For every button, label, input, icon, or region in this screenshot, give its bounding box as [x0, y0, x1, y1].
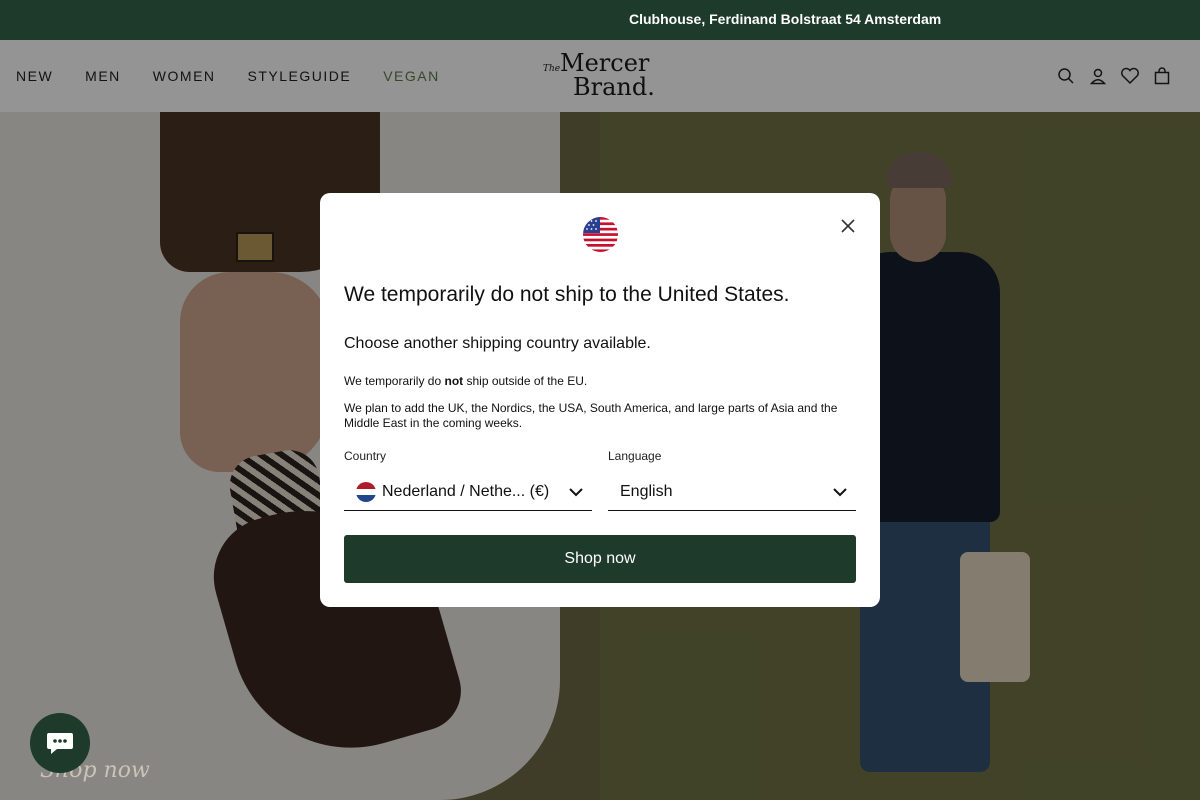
country-label: Country: [344, 449, 387, 463]
language-select[interactable]: English: [608, 473, 856, 511]
announcement-text: Clubhouse, Ferdinand Bolstraat 54 Amster…: [629, 11, 942, 27]
eu-notice-suffix: ship outside of the EU.: [463, 374, 588, 388]
close-icon: [841, 219, 855, 233]
netherlands-flag-icon: [356, 481, 376, 502]
modal-subtitle: Choose another shipping country availabl…: [344, 335, 651, 352]
announcement-bar: Clubhouse, Ferdinand Bolstraat 54 Amster…: [0, 0, 1200, 40]
modal-close-button[interactable]: [836, 214, 860, 238]
chat-bubble-icon: [47, 733, 73, 754]
shop-now-button[interactable]: Shop now: [344, 535, 856, 583]
shipping-country-modal: We temporarily do not ship to the United…: [320, 193, 880, 607]
eu-notice-prefix: We temporarily do: [344, 374, 445, 388]
eu-notice: We temporarily do not ship outside of th…: [344, 374, 587, 388]
country-select-value: Nederland / Nethe... (€): [382, 482, 550, 500]
language-label: Language: [608, 449, 662, 463]
country-select[interactable]: Nederland / Nethe... (€): [344, 473, 592, 511]
expansion-plan-text: We plan to add the UK, the Nordics, the …: [344, 401, 838, 430]
modal-title: We temporarily do not ship to the United…: [344, 283, 790, 306]
eu-notice-bold: not: [444, 374, 464, 388]
us-flag-icon: [583, 217, 618, 252]
language-select-value: English: [620, 482, 673, 500]
chevron-down-icon: [833, 488, 847, 497]
chevron-down-icon: [569, 488, 583, 497]
chat-button[interactable]: [30, 713, 90, 773]
